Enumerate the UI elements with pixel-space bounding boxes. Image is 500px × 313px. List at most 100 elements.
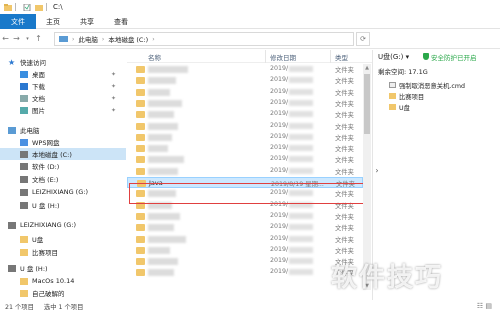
drive-icon — [20, 188, 28, 196]
safety-status[interactable]: 安全防护已开启 — [431, 52, 477, 62]
recent-chevron-icon[interactable]: ▾ — [22, 36, 33, 42]
chevron-right-icon[interactable]: › — [372, 166, 382, 180]
highlight-box — [129, 183, 366, 204]
table-row[interactable]: 2019/文件夹 — [127, 75, 363, 86]
sidebar-item[interactable]: ★ 快速访问 — [0, 56, 126, 68]
column-type[interactable]: 类型 — [335, 52, 348, 62]
table-row[interactable]: 2019/文件夹 — [127, 166, 363, 177]
file-type: 文件夹 — [335, 225, 354, 233]
sidebar-item[interactable]: 文档 (E:) — [0, 173, 126, 185]
forward-arrow-icon[interactable]: → — [11, 34, 22, 43]
sidebar-item-label: 软件 (D:) — [32, 163, 60, 171]
back-arrow-icon[interactable]: ← — [0, 34, 11, 43]
file-type: 文件夹 — [335, 89, 354, 97]
file-date: 2019/ — [270, 223, 289, 231]
table-row[interactable]: 2019/文件夹 — [127, 64, 363, 75]
computer-icon — [59, 36, 68, 42]
breadcrumb-drive-c[interactable]: 本地磁盘 (C:) — [108, 34, 148, 44]
file-name-redacted — [148, 235, 186, 243]
pin-icon[interactable]: ✦ — [111, 107, 116, 114]
sidebar-item-label: 桌面 — [32, 71, 45, 79]
chevron-right-icon[interactable]: › — [72, 36, 74, 43]
file-date: 2019/ — [270, 76, 289, 84]
list-item[interactable]: 比赛项目 — [389, 91, 424, 101]
column-divider[interactable] — [330, 50, 331, 63]
table-row[interactable]: 2019/文件夹 — [127, 234, 363, 245]
file-name-redacted — [148, 167, 178, 175]
sidebar-item-label: LEIZHIXIANG (G:) — [32, 188, 88, 196]
folder-icon — [136, 258, 145, 266]
tab-file[interactable]: 文件 — [0, 14, 36, 29]
sidebar-item[interactable]: U 盘 (H:) — [0, 199, 126, 211]
sidebar-item-label: MacOs 10.14 — [32, 277, 75, 285]
sidebar-item-label: 自己破解的 — [32, 290, 65, 298]
tab-home[interactable]: 主页 — [36, 14, 70, 29]
table-row[interactable]: 2019/文件夹 — [127, 109, 363, 120]
table-row[interactable]: 2019/文件夹 — [127, 121, 363, 132]
column-date[interactable]: 修改日期 — [270, 52, 296, 62]
sidebar-item[interactable]: 此电脑 — [0, 124, 126, 136]
column-divider[interactable] — [265, 50, 266, 63]
table-row[interactable]: 2019/文件夹 — [127, 87, 363, 98]
folder-icon — [136, 111, 145, 119]
table-row[interactable]: 2019/文件夹 — [127, 222, 363, 233]
scrollbar-thumb[interactable] — [364, 74, 370, 134]
view-toggle-icon[interactable]: ☷ ▤ — [477, 302, 492, 310]
column-name[interactable]: 名称 — [148, 52, 161, 62]
file-date-redacted — [289, 111, 313, 118]
table-row[interactable]: 2019/文件夹 — [127, 211, 363, 222]
drive-selector[interactable]: U盘(G:) ▾ — [378, 52, 409, 62]
sidebar-item[interactable]: LEIZHIXIANG (G:) — [0, 186, 126, 198]
file-date: 2019/ — [270, 87, 289, 95]
table-row[interactable]: 2019/文件夹 — [127, 98, 363, 109]
address-bar[interactable]: › 此电脑 › 本地磁盘 (C:) › — [54, 32, 354, 46]
folder-icon — [389, 104, 396, 110]
file-date-redacted — [289, 88, 313, 95]
sidebar-item[interactable]: 比赛项目 — [0, 246, 126, 258]
list-item[interactable]: U盘 — [389, 102, 410, 112]
chevron-right-icon[interactable]: › — [102, 36, 104, 43]
table-row[interactable]: 2019/文件夹 — [127, 132, 363, 143]
folder-icon — [20, 277, 28, 285]
breadcrumb-this-pc[interactable]: 此电脑 — [78, 34, 98, 44]
chevron-right-icon[interactable]: › — [152, 36, 154, 43]
sidebar-item[interactable]: LEIZHIXIANG (G:) — [0, 219, 126, 231]
new-folder-icon[interactable] — [35, 4, 43, 11]
folder-icon — [136, 77, 145, 85]
picture-icon — [20, 106, 28, 114]
sidebar-item[interactable]: 下载 ✦ — [0, 80, 126, 92]
table-row[interactable]: 2019/文件夹 — [127, 245, 363, 256]
list-item[interactable]: 强制取消恶意关机.cmd — [389, 80, 465, 90]
scroll-up-icon[interactable]: ▲ — [363, 65, 371, 71]
sidebar-item[interactable]: 图片 ✦ — [0, 104, 126, 116]
file-name-redacted — [148, 66, 188, 73]
sidebar-item[interactable]: 桌面 ✦ — [0, 68, 126, 80]
sidebar-item[interactable]: WPS网盘 — [0, 136, 126, 148]
sidebar-item[interactable]: U盘 — [0, 233, 126, 245]
sidebar-item[interactable]: 自己破解的 — [0, 287, 126, 299]
table-row[interactable]: 2019/文件夹 — [127, 143, 363, 154]
sidebar-item[interactable]: 本地磁盘 (C:) — [0, 148, 126, 160]
file-date-redacted — [289, 212, 313, 219]
desktop-icon — [20, 70, 28, 78]
file-date-redacted — [289, 269, 313, 276]
navigation-pane: ★ 快速访问 桌面 ✦ 下载 ✦ 文档 ✦ 图片 ✦ 此电脑 WPS网盘 本地磁盘 (C:) 软件 (D:… — [0, 50, 126, 300]
drive-icon — [8, 264, 16, 272]
pin-icon[interactable]: ✦ — [111, 95, 116, 102]
pin-icon[interactable]: ✦ — [111, 71, 116, 78]
status-bar: 21 个项目 选中 1 个项目 ☷ ▤ — [0, 300, 500, 313]
sidebar-item[interactable]: U 盘 (H:) — [0, 262, 126, 274]
table-row[interactable]: 2019/文件夹 — [127, 256, 363, 267]
sidebar-item[interactable]: MacOs 10.14 — [0, 275, 126, 287]
sidebar-item[interactable]: 软件 (D:) — [0, 160, 126, 172]
table-row[interactable]: 2019/文件夹 — [127, 154, 363, 165]
properties-icon[interactable] — [23, 3, 31, 11]
table-row[interactable]: 2019/文件夹 — [127, 267, 363, 278]
tab-share[interactable]: 共享 — [70, 14, 104, 29]
refresh-icon[interactable]: ⟳ — [356, 32, 370, 46]
folder-icon — [136, 235, 145, 243]
up-arrow-icon[interactable]: ↑ — [33, 34, 44, 43]
pin-icon[interactable]: ✦ — [111, 83, 116, 90]
tab-view[interactable]: 查看 — [104, 14, 138, 29]
sidebar-item[interactable]: 文档 ✦ — [0, 92, 126, 104]
